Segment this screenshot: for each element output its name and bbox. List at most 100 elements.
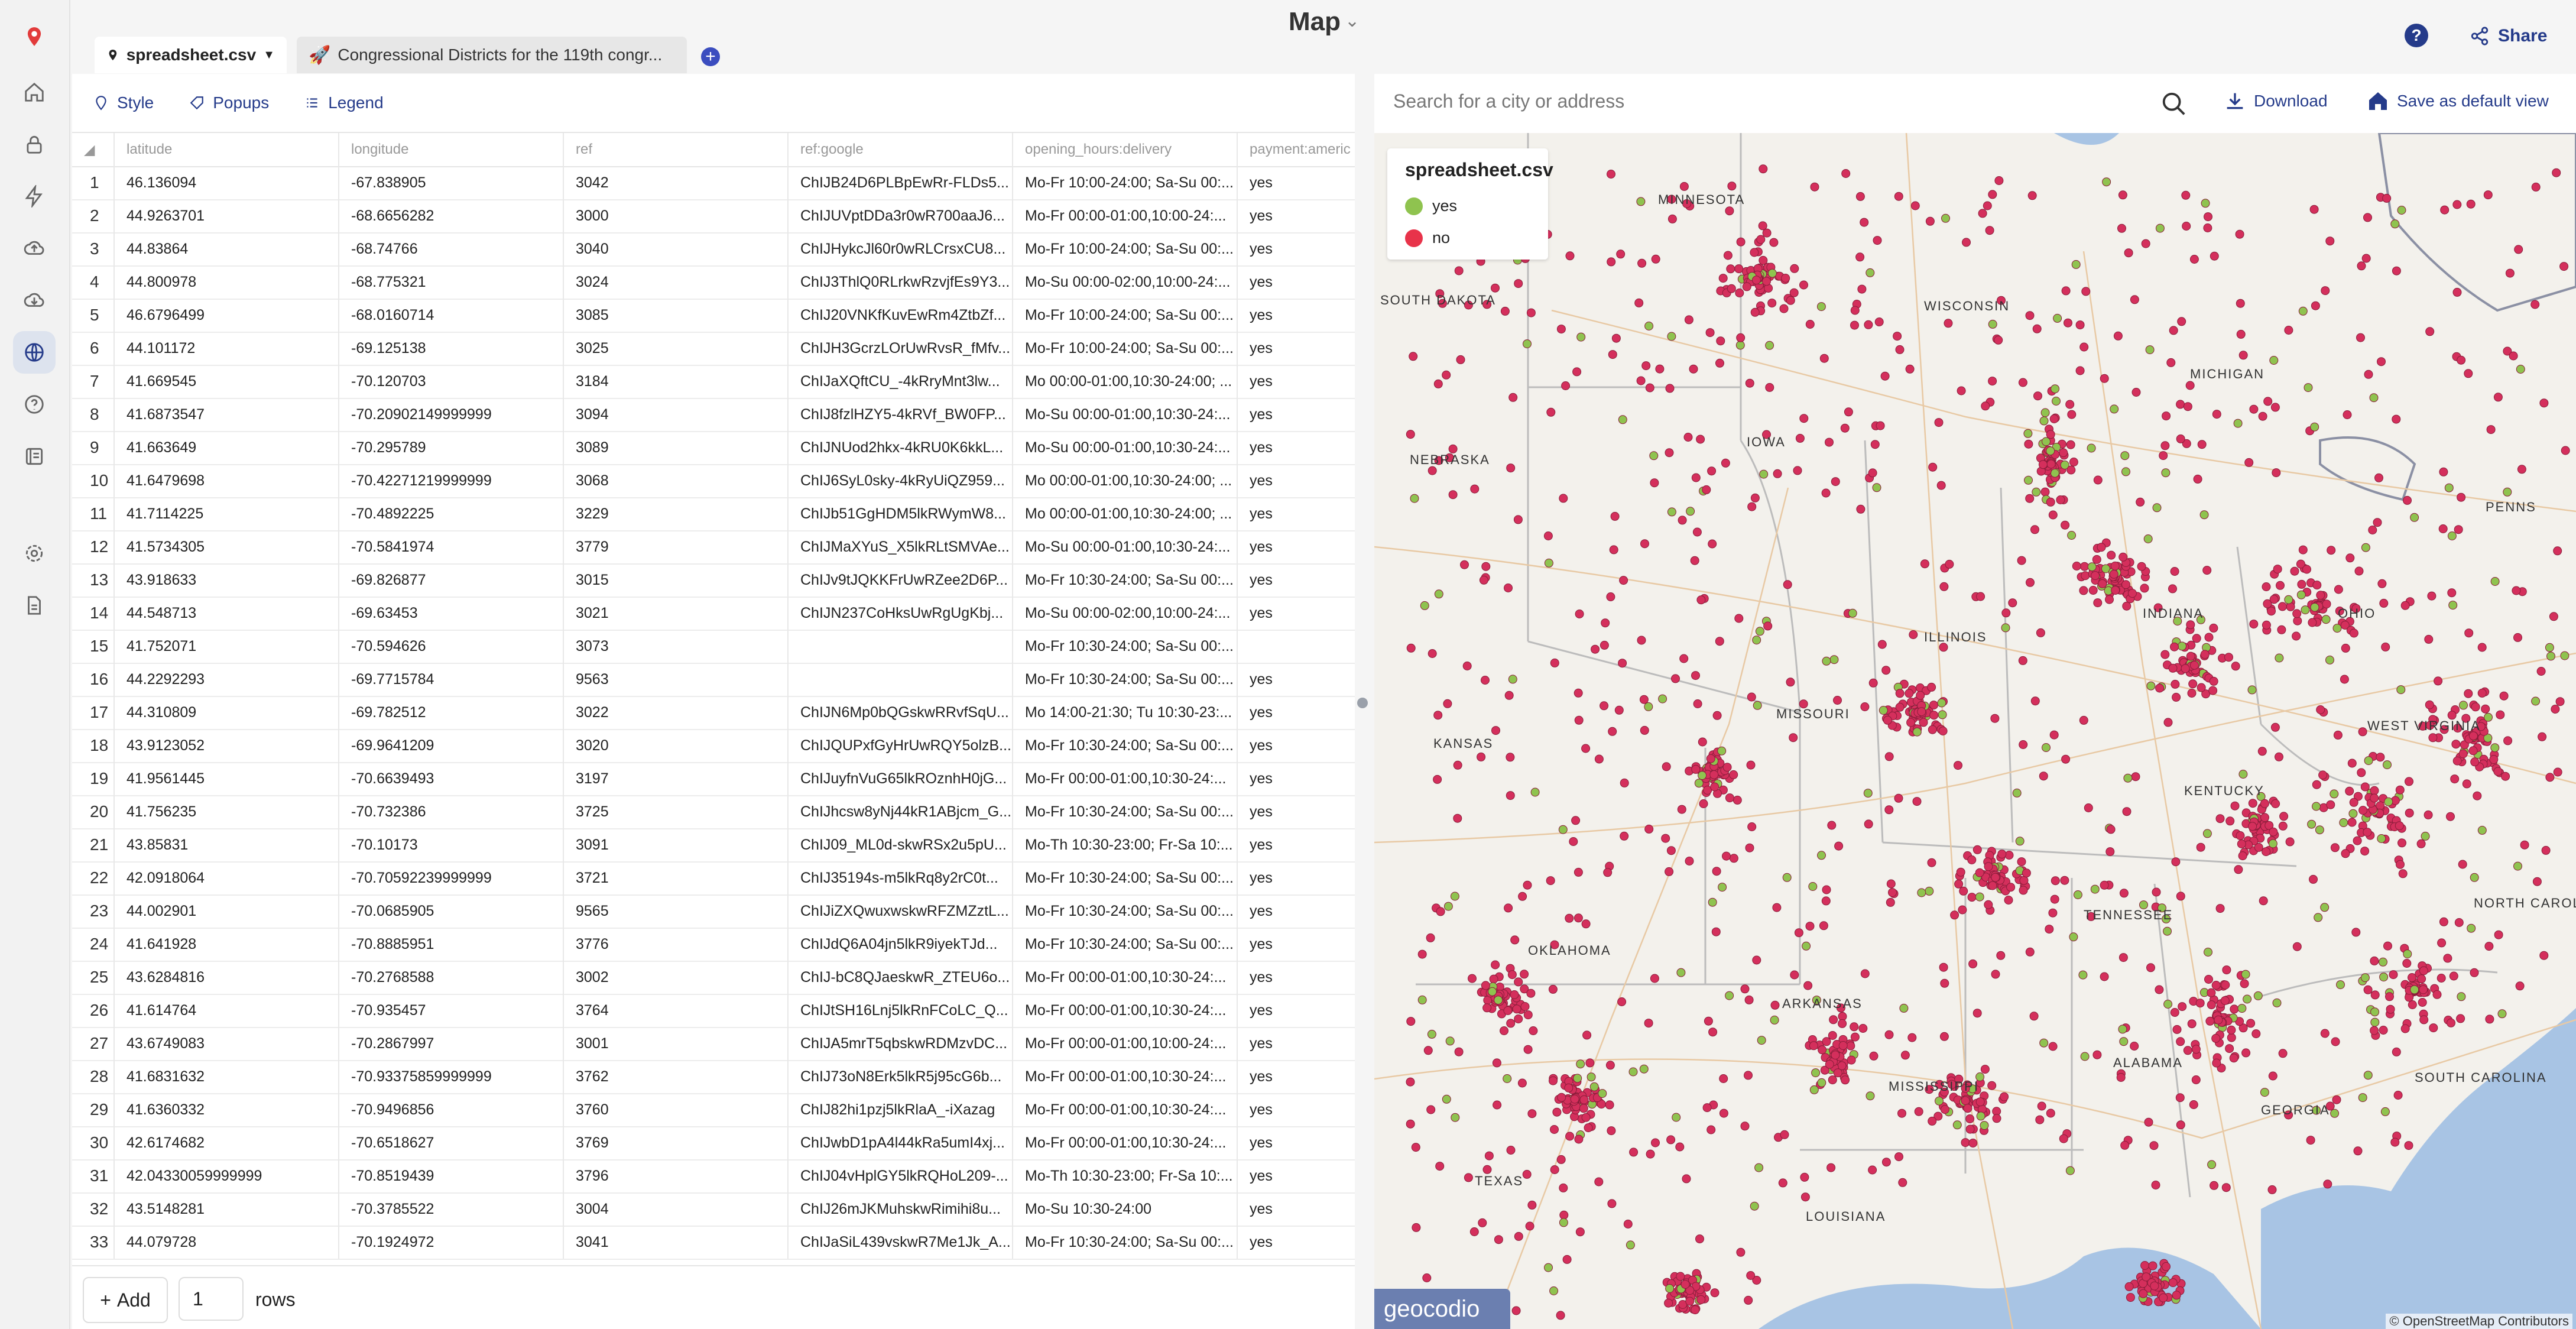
map-point[interactable] — [1758, 221, 1767, 231]
table-cell[interactable]: -70.70592239999999 — [339, 861, 564, 894]
map-point[interactable] — [1746, 760, 1756, 770]
map-point[interactable] — [1767, 268, 1777, 278]
table-cell[interactable]: 41.5734305 — [115, 530, 339, 563]
map-point[interactable] — [1427, 649, 1437, 658]
map-point[interactable] — [2370, 956, 2379, 965]
map-point[interactable] — [1506, 1146, 1516, 1155]
map-point[interactable] — [1868, 678, 1878, 688]
map-point[interactable] — [2471, 702, 2480, 712]
map-point[interactable] — [1433, 711, 1443, 720]
map-point[interactable] — [1504, 691, 1514, 700]
table-row[interactable]: 14 44.548713 -69.63453 3021 ChIJN237CoHksUwR… — [72, 597, 1355, 631]
map-point[interactable] — [2238, 851, 2247, 861]
map-point[interactable] — [2004, 851, 2014, 860]
map-point[interactable] — [1442, 370, 1451, 380]
table-cell[interactable]: ChIJUVptDDa3r0wR700aaJ6... — [789, 199, 1013, 232]
map-point[interactable] — [1510, 935, 1520, 945]
search-input[interactable]: Search for a city or address — [1393, 90, 1624, 112]
map-point[interactable] — [1619, 576, 1628, 585]
map-point[interactable] — [1893, 332, 1902, 341]
file-icon[interactable] — [13, 584, 56, 627]
map-point[interactable] — [2209, 676, 2218, 686]
map-canvas[interactable]: MINNESOTA SOUTH DAKOTA WISCONSIN MICHIGAN NE… — [1374, 133, 2576, 1329]
map-point[interactable] — [2262, 620, 2271, 630]
map-point[interactable] — [2118, 1025, 2127, 1034]
table-cell[interactable]: -70.120703 — [339, 365, 564, 398]
table-cell[interactable]: 9565 — [564, 894, 789, 928]
map-point[interactable] — [2160, 441, 2170, 450]
map-point[interactable] — [1641, 361, 1651, 371]
map-point[interactable] — [1944, 319, 1953, 328]
map-point[interactable] — [2552, 168, 2561, 177]
table-cell[interactable]: -70.2867997 — [339, 1027, 564, 1060]
table-cell[interactable]: -70.8885951 — [339, 928, 564, 961]
map-point[interactable] — [2253, 991, 2263, 1000]
map-point[interactable] — [2260, 813, 2269, 822]
map-point[interactable] — [1644, 1019, 1653, 1028]
map-point[interactable] — [1802, 941, 1811, 951]
map-point[interactable] — [2024, 439, 2033, 449]
map-point[interactable] — [2358, 727, 2367, 737]
map-point[interactable] — [2120, 1140, 2130, 1150]
map-point[interactable] — [1838, 1041, 1848, 1050]
table-cell[interactable]: yes — [1238, 332, 1355, 365]
table-cell[interactable]: Mo-Fr 00:00-01:00,10:30-24:... — [1013, 1060, 1238, 1093]
map-point[interactable] — [2027, 191, 2037, 200]
map-point[interactable] — [2079, 715, 2088, 725]
table-row[interactable]: 7 41.669545 -70.120703 3184 ChIJaXQftCU_-4kR… — [72, 365, 1355, 399]
map-point[interactable] — [1928, 1116, 1937, 1126]
table-cell[interactable]: 3779 — [564, 530, 789, 563]
map-point[interactable] — [2405, 808, 2414, 818]
map-point[interactable] — [1546, 407, 1556, 417]
map-point[interactable] — [2489, 755, 2499, 764]
map-point[interactable] — [2310, 602, 2319, 612]
caret-down-icon[interactable]: ▼ — [263, 48, 275, 62]
map-point[interactable] — [2170, 1008, 2179, 1017]
table-cell[interactable]: Mo-Fr 10:30-24:00; Sa-Su 00:... — [1013, 928, 1238, 961]
map-point[interactable] — [2081, 287, 2091, 296]
map-point[interactable] — [1719, 1108, 1728, 1118]
map-point[interactable] — [1754, 1163, 1764, 1172]
map-point[interactable] — [1696, 595, 1706, 605]
map-point[interactable] — [1644, 702, 1653, 711]
map-point[interactable] — [1895, 702, 1905, 712]
map-point[interactable] — [2358, 1093, 2367, 1103]
map-point[interactable] — [2325, 236, 2335, 246]
map-point[interactable] — [2122, 807, 2131, 816]
map-point[interactable] — [1980, 1121, 1989, 1130]
map-point[interactable] — [2370, 1026, 2379, 1035]
map-point[interactable] — [2170, 567, 2179, 576]
map-point[interactable] — [2065, 400, 2075, 409]
map-point[interactable] — [1869, 1051, 1879, 1061]
map-point[interactable] — [2032, 324, 2042, 333]
map-point[interactable] — [1587, 1072, 1596, 1082]
map-point[interactable] — [2312, 780, 2321, 789]
map-point[interactable] — [2496, 710, 2505, 719]
map-point[interactable] — [2505, 268, 2515, 278]
map-point[interactable] — [2072, 562, 2081, 571]
map-point[interactable] — [1850, 1022, 1859, 1032]
map-point[interactable] — [2408, 973, 2416, 982]
table-cell[interactable]: 43.918633 — [115, 563, 339, 597]
table-cell[interactable]: 3024 — [564, 265, 789, 299]
map-point[interactable] — [1514, 279, 1523, 289]
map-point[interactable] — [1961, 1138, 1970, 1148]
map-point[interactable] — [2396, 685, 2406, 695]
map-point[interactable] — [2382, 193, 2392, 203]
map-point[interactable] — [2078, 970, 2088, 980]
map-point[interactable] — [1460, 560, 1469, 569]
map-point[interactable] — [1789, 733, 1798, 743]
map-point[interactable] — [2385, 992, 2394, 1001]
map-point[interactable] — [2419, 966, 2428, 975]
map-point[interactable] — [1825, 1059, 1834, 1069]
map-attribution[interactable]: © OpenStreetMap Contributors — [2386, 1314, 2572, 1329]
column-header[interactable]: ref — [564, 133, 789, 166]
table-cell[interactable]: 3004 — [564, 1192, 789, 1226]
table-cell[interactable]: 44.800978 — [115, 265, 339, 299]
table-row[interactable]: 33 44.079728 -70.1924972 3041 ChIJaSiL439vsk… — [72, 1226, 1355, 1260]
table-cell[interactable]: ChIJ09_ML0d-skwRSx2u5pU... — [789, 828, 1013, 861]
map-point[interactable] — [2178, 1002, 2187, 1012]
map-point[interactable] — [1950, 910, 1959, 920]
map-point[interactable] — [1770, 1000, 1780, 1010]
map-point[interactable] — [1423, 1046, 1433, 1055]
